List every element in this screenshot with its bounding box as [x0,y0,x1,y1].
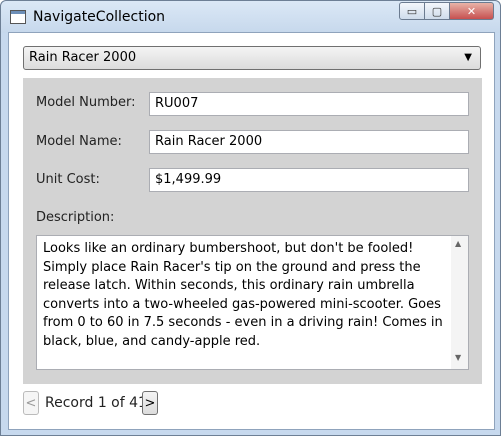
model-name-field[interactable]: Rain Racer 2000 [149,130,469,154]
maximize-button[interactable]: ▢ [425,2,450,20]
description-textbox[interactable]: Looks like an ordinary bumbershoot, but … [36,235,469,370]
minimize-icon: ▭ [406,4,418,18]
client-area: Rain Racer 2000 ▼ Model Number: RU007 Mo… [8,32,495,430]
scroll-up-icon[interactable]: ▲ [455,239,461,248]
unit-cost-label: Unit Cost: [36,172,100,187]
chevron-down-icon[interactable]: ▼ [464,52,472,63]
close-button[interactable]: ✕ [450,2,494,20]
next-label: > [144,395,156,411]
model-number-label: Model Number: [36,95,136,110]
details-panel: Model Number: RU007 Model Name: Rain Rac… [23,78,482,384]
window-app-icon[interactable] [10,10,26,24]
model-name-label: Model Name: [36,134,122,149]
model-number-field[interactable]: RU007 [149,92,469,116]
previous-label: < [25,395,37,411]
unit-cost-field[interactable]: $1,499.99 [149,168,469,192]
product-combobox[interactable]: Rain Racer 2000 ▼ [23,46,481,70]
window-title: NavigateCollection [33,9,166,25]
description-text: Looks like an ordinary bumbershoot, but … [43,241,443,349]
next-button[interactable]: > [142,391,158,415]
close-icon: ✕ [466,4,477,18]
record-indicator: Record 1 of 41 [45,395,147,411]
caption-buttons: ▭ ▢ ✕ [399,2,494,21]
combobox-selected-text: Rain Racer 2000 [29,50,137,65]
description-label: Description: [36,210,115,225]
description-scrollbar[interactable]: ▲ ▼ [451,236,468,369]
title-bar[interactable]: NavigateCollection ▭ ▢ ✕ [1,1,500,33]
previous-button[interactable]: < [23,391,39,415]
scroll-down-icon[interactable]: ▼ [455,353,461,362]
minimize-button[interactable]: ▭ [399,2,425,20]
maximize-icon: ▢ [431,4,443,18]
app-window: NavigateCollection ▭ ▢ ✕ Rain Racer 2000… [0,0,501,436]
